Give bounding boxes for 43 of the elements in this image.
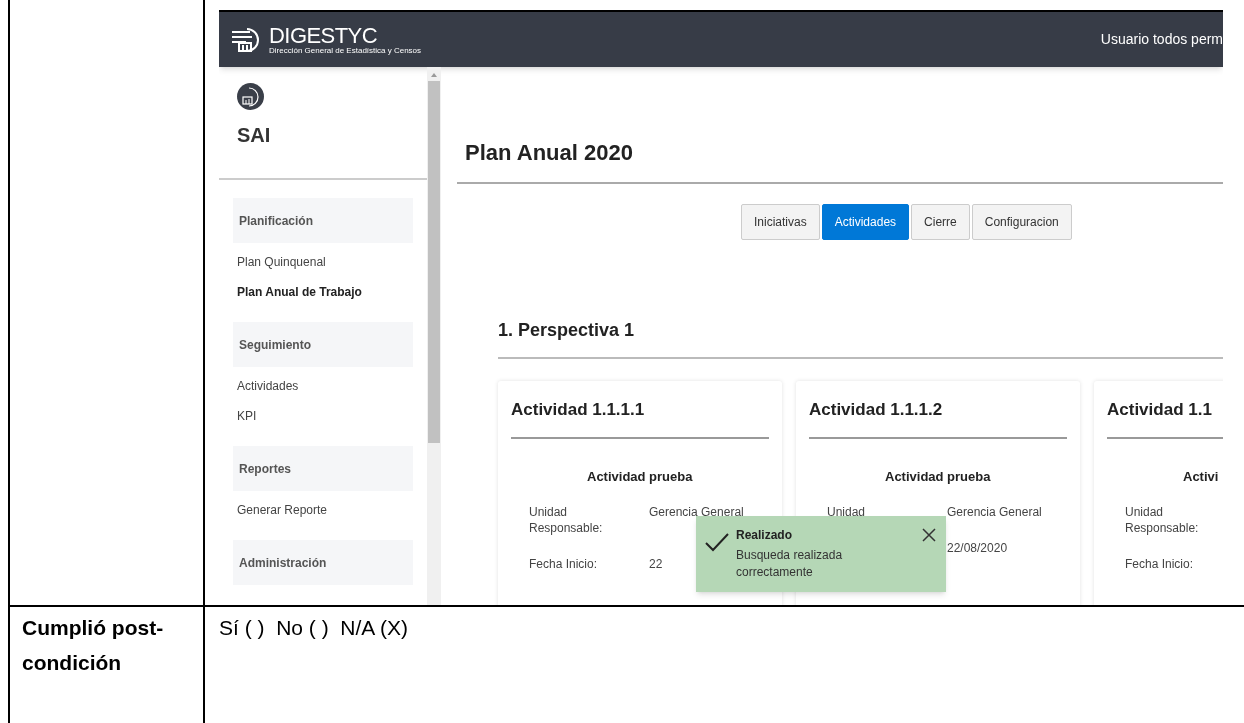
card-subtitle: Activi <box>1182 467 1220 486</box>
field-label: Unidad Responsable: <box>1125 504 1200 536</box>
card-subtitle: Actividad prueba <box>884 467 992 486</box>
tab[interactable]: Iniciativas <box>741 204 820 240</box>
card-title: Actividad 1.1 <box>1107 399 1213 421</box>
card-title: Actividad 1.1.1.2 <box>809 399 944 421</box>
field-label: Fecha Inicio: <box>529 556 599 572</box>
section-header: Seguimiento <box>233 322 413 367</box>
app-logo-icon <box>237 83 264 110</box>
nav-link[interactable]: Plan Quinquenal <box>233 253 413 271</box>
tab[interactable]: Actividades <box>821 204 910 240</box>
field-value: 22/08/2020 <box>947 540 1008 556</box>
app-name: SAI <box>237 123 272 148</box>
page-title: Plan Anual 2020 <box>464 139 634 167</box>
field-label: Unidad Responsable: <box>529 504 604 536</box>
tab[interactable]: Configuracion <box>971 204 1072 240</box>
scrollbar-thumb[interactable] <box>428 81 440 443</box>
close-icon[interactable] <box>922 528 936 542</box>
row-label: Cumplió post-condición <box>22 615 165 676</box>
field-value: Gerencia General <box>947 504 1042 520</box>
field-label: Fecha Inicio: <box>1125 556 1195 572</box>
scroll-up-icon[interactable] <box>430 71 438 79</box>
section-header: Administración <box>233 540 413 585</box>
toast-title: Realizado <box>736 527 793 544</box>
section-title: 1. Perspectiva 1 <box>498 319 636 342</box>
logo-subtitle: Dirección General de Estadística y Censos <box>269 46 422 55</box>
answer-text: Sí ( ) No ( ) N/A (X) <box>219 615 408 641</box>
nav-link[interactable]: Plan Anual de Trabajo <box>233 283 413 301</box>
logo-text: DIGESTYC <box>269 24 379 47</box>
nav-link[interactable]: Generar Reporte <box>233 501 413 519</box>
nav-link[interactable]: KPI <box>233 407 413 425</box>
card-title: Actividad 1.1.1.1 <box>511 399 646 421</box>
nav-link[interactable]: Actividades <box>233 377 413 395</box>
section-header: Planificación <box>233 198 413 243</box>
card-subtitle: Actividad prueba <box>586 467 694 486</box>
section-header: Reportes <box>233 446 413 491</box>
tab[interactable]: Cierre <box>911 204 970 240</box>
user-name: Usuario todos perm <box>1100 30 1223 49</box>
field-value: 22 <box>649 556 663 572</box>
toast-message: Busqueda realizada correctamente <box>736 547 844 581</box>
check-icon <box>704 532 730 552</box>
scrollbar[interactable] <box>427 67 441 605</box>
field-label: Unidad <box>827 504 867 520</box>
